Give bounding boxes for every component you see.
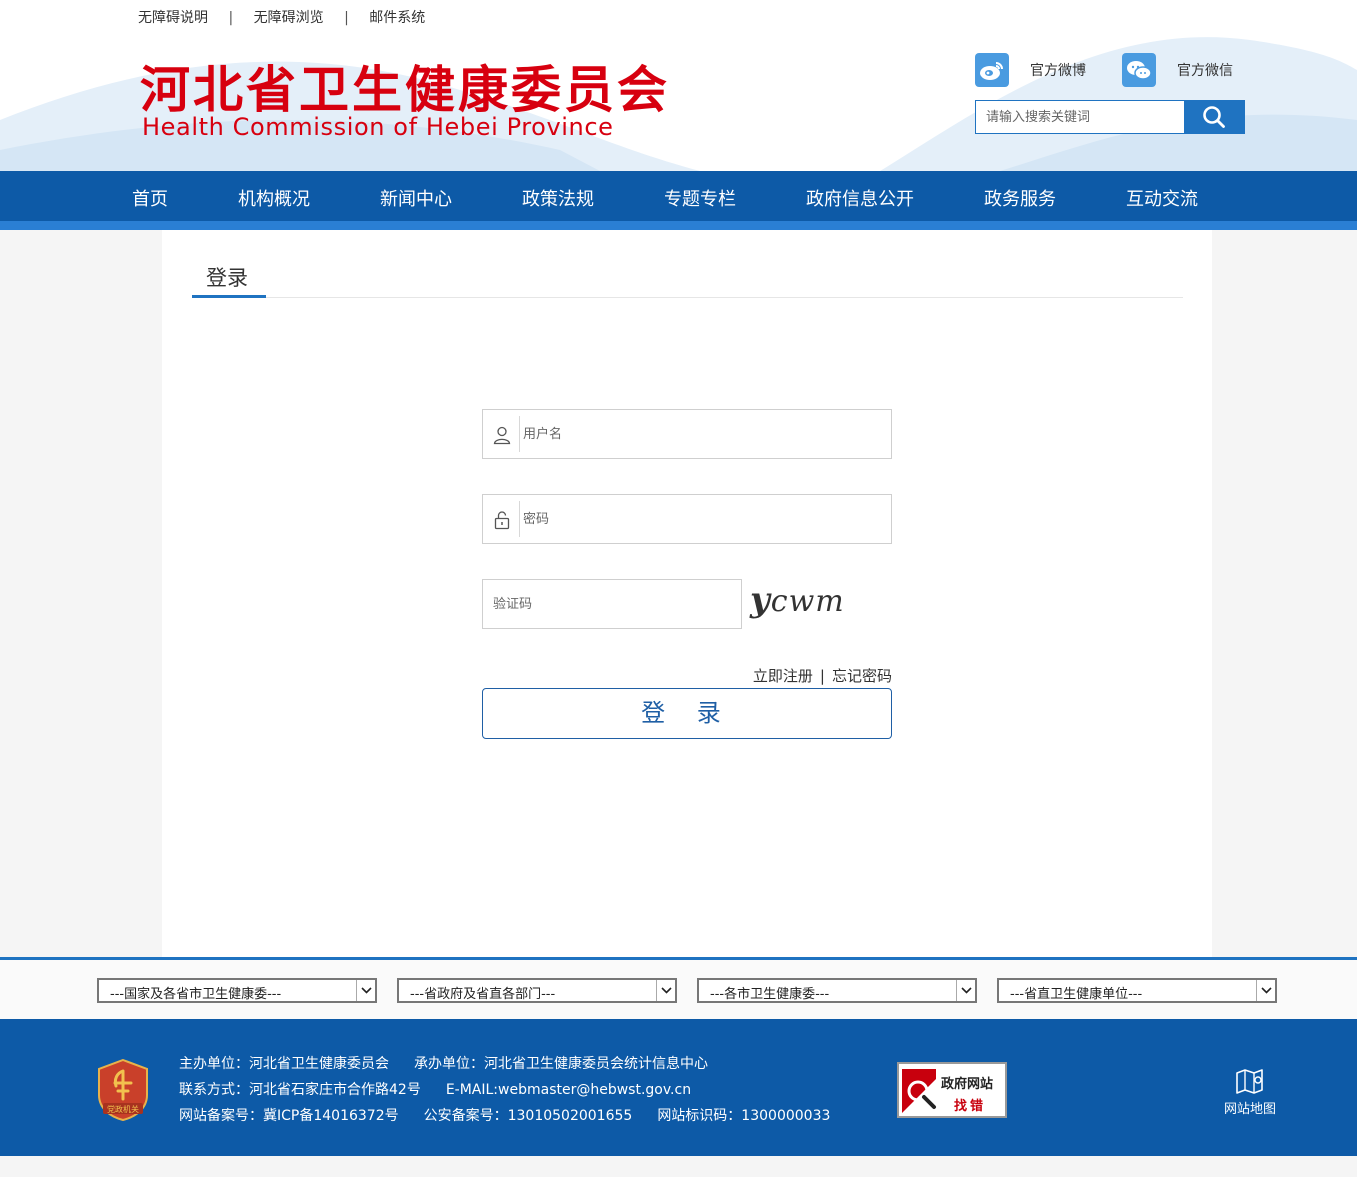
find-error-line2: 找错: [954, 1099, 987, 1114]
contact-info: 联系方式：河北省石家庄市合作路42号: [179, 1082, 421, 1098]
party-gov-badge-icon[interactable]: 党政机关: [97, 1059, 149, 1121]
select-value: ---各市卫生健康委---: [710, 987, 830, 1002]
related-sites-bar: ---国家及各省市卫生健康委--- ---省政府及省直各部门--- ---各市卫…: [0, 957, 1357, 1019]
username-field: [482, 409, 892, 459]
nav-about[interactable]: 机构概况: [238, 185, 310, 211]
provincial-units-select[interactable]: ---省直卫生健康单位---: [997, 978, 1277, 1003]
nav-interaction[interactable]: 互动交流: [1126, 185, 1198, 211]
national-health-select[interactable]: ---国家及各省市卫生健康委---: [97, 978, 377, 1003]
site-footer: 党政机关 主办单位：河北省卫生健康委员会 承办单位：河北省卫生健康委员会统计信息中…: [0, 1019, 1357, 1156]
captcha-field: [482, 579, 742, 629]
field-divider: [519, 501, 520, 537]
provincial-depts-select[interactable]: ---省政府及省直各部门---: [397, 978, 677, 1003]
select-value: ---国家及各省市卫生健康委---: [110, 987, 282, 1002]
wechat-icon: [1122, 53, 1156, 87]
captcha-image[interactable]: ycwm: [750, 580, 850, 620]
search-box: [975, 100, 1245, 134]
nav-gov-info[interactable]: 政府信息公开: [806, 185, 914, 211]
top-link-separator: |: [228, 10, 234, 26]
site-logo-english[interactable]: Health Commission of Hebei Province: [142, 113, 614, 141]
find-error-line1: 政府网站: [941, 1077, 994, 1092]
user-icon: [493, 426, 511, 445]
footer-info: 主办单位：河北省卫生健康委员会 承办单位：河北省卫生健康委员会统计信息中心 联系方…: [179, 1051, 830, 1129]
nav-news[interactable]: 新闻中心: [380, 185, 452, 211]
site-header: 无障碍说明 | 无障碍浏览 | 邮件系统 河北省卫生健康委员会 Health C…: [0, 0, 1357, 171]
search-icon: [1203, 106, 1225, 128]
account-links: 立即注册 | 忘记密码: [750, 665, 892, 686]
password-field: [482, 494, 892, 544]
title-divider: [192, 297, 1183, 298]
accessibility-info-link[interactable]: 无障碍说明: [138, 7, 208, 27]
weibo-link[interactable]: 官方微博: [975, 53, 1086, 87]
field-divider: [519, 416, 520, 452]
badge-text: 党政机关: [107, 1104, 139, 1114]
search-input[interactable]: [976, 101, 1186, 133]
search-button[interactable]: [1184, 100, 1244, 134]
chevron-down-icon: [656, 980, 675, 1001]
sitemap-label: 网站地图: [1223, 1102, 1276, 1117]
sitemap-link[interactable]: 网站地图: [1218, 1067, 1282, 1117]
chevron-down-icon: [356, 980, 375, 1001]
weibo-icon: [975, 53, 1009, 87]
chevron-down-icon: [956, 980, 975, 1001]
police-record: 公安备案号：13010502001655: [423, 1108, 633, 1124]
mail-system-link[interactable]: 邮件系统: [369, 7, 425, 27]
icp-record: 网站备案号：冀ICP备14016372号: [179, 1108, 399, 1124]
footer-bottom-strip: [0, 1156, 1357, 1177]
captcha-char: y: [750, 580, 771, 620]
email-info: E-MAIL:webmaster@hebwst.gov.cn: [445, 1082, 692, 1098]
captcha-chars: cwm: [770, 584, 845, 619]
magnifier-icon: [902, 1069, 936, 1113]
select-value: ---省政府及省直各部门---: [410, 987, 556, 1002]
password-input[interactable]: [523, 495, 883, 543]
login-panel: 登录 ycwm 立即注册 | 忘记密码 登 录: [162, 230, 1212, 957]
site-logo-chinese[interactable]: 河北省卫生健康委员会: [140, 50, 670, 122]
link-separator: |: [819, 667, 825, 685]
register-link[interactable]: 立即注册: [753, 667, 813, 685]
forgot-password-link[interactable]: 忘记密码: [832, 667, 892, 685]
wechat-link[interactable]: 官方微信: [1122, 53, 1233, 87]
login-button[interactable]: 登 录: [482, 688, 892, 739]
page-title: 登录: [206, 266, 248, 290]
nav-home[interactable]: 首页: [132, 185, 168, 211]
nav-policy[interactable]: 政策法规: [522, 185, 594, 211]
site-identifier: 网站标识码：1300000033: [657, 1108, 831, 1124]
top-links: 无障碍说明 | 无障碍浏览 | 邮件系统: [138, 7, 425, 27]
main-nav: 首页 机构概况 新闻中心 政策法规 专题专栏 政府信息公开 政务服务 互动交流: [0, 171, 1357, 221]
chevron-down-icon: [1256, 980, 1275, 1001]
top-link-separator: |: [344, 10, 349, 26]
nav-services[interactable]: 政务服务: [984, 185, 1056, 211]
accessibility-browse-link[interactable]: 无障碍浏览: [254, 7, 324, 27]
sponsor-info: 主办单位：河北省卫生健康委员会: [179, 1056, 389, 1072]
lock-icon: [494, 511, 510, 530]
organizer-info: 承办单位：河北省卫生健康委员会统计信息中心: [414, 1056, 708, 1072]
wechat-label: 官方微信: [1177, 63, 1233, 79]
find-error-button[interactable]: 政府网站 找错: [897, 1062, 1007, 1118]
captcha-input[interactable]: [493, 580, 733, 628]
city-health-select[interactable]: ---各市卫生健康委---: [697, 978, 977, 1003]
nav-bottom-bar: [0, 221, 1357, 230]
title-underline: [192, 295, 266, 298]
map-icon: [1236, 1069, 1263, 1094]
nav-topics[interactable]: 专题专栏: [664, 185, 736, 211]
weibo-label: 官方微博: [1030, 63, 1086, 79]
select-value: ---省直卫生健康单位---: [1010, 987, 1143, 1002]
username-input[interactable]: [523, 410, 883, 458]
